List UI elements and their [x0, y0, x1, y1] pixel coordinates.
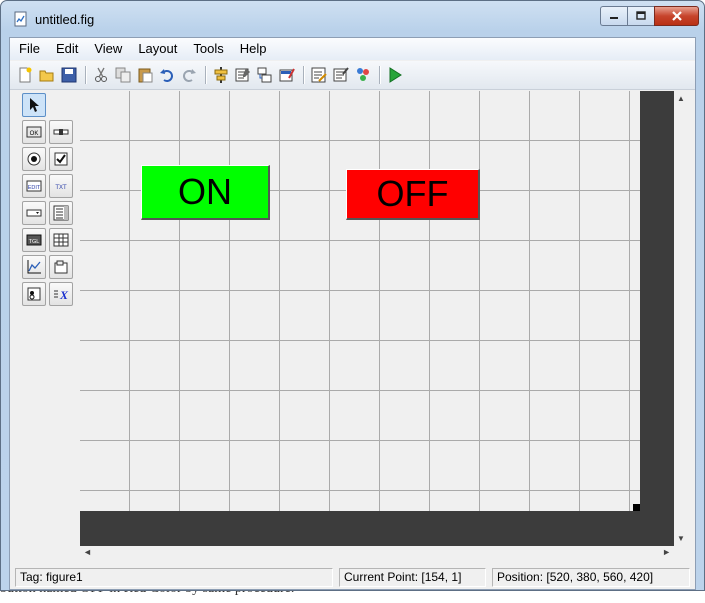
scroll-down-icon[interactable]: ▼: [677, 534, 685, 543]
component-palette: OK EDIT TXT TGL X: [22, 93, 76, 315]
toggle-button-tool[interactable]: TGL: [22, 228, 46, 252]
slider-icon: [53, 129, 69, 135]
vertical-scrollbar[interactable]: ▲ ▼: [674, 91, 688, 546]
status-tag: Tag: figure1: [15, 568, 333, 587]
minimize-button[interactable]: [600, 6, 627, 26]
menu-tools[interactable]: Tools: [186, 38, 230, 60]
static-text-tool[interactable]: TXT: [49, 174, 73, 198]
table-tool[interactable]: [49, 228, 73, 252]
panel-tool[interactable]: [49, 255, 73, 279]
layout-area-bottom-margin: [80, 511, 674, 546]
layout-area-right-margin: [640, 91, 674, 546]
new-file-icon[interactable]: [16, 66, 34, 84]
horizontal-scrollbar[interactable]: ◄ ►: [80, 546, 674, 560]
tab-order-editor-icon[interactable]: [256, 66, 274, 84]
menu-editor-icon[interactable]: [234, 66, 252, 84]
toggle-button-icon: TGL: [26, 234, 42, 246]
menu-edit[interactable]: Edit: [49, 38, 85, 60]
edit-text-icon-label: EDIT: [28, 185, 41, 191]
scroll-right-icon[interactable]: ►: [662, 547, 671, 557]
popup-menu-tool[interactable]: [22, 201, 46, 225]
listbox-icon: [53, 205, 69, 221]
listbox-tool[interactable]: [49, 201, 73, 225]
copy-icon[interactable]: [114, 66, 132, 84]
align-objects-icon[interactable]: [212, 66, 230, 84]
window-client-area: File Edit View Layout Tools Help OK EDIT…: [9, 37, 696, 590]
close-button[interactable]: [654, 6, 699, 26]
static-text-icon-label: TXT: [55, 185, 67, 191]
popup-menu-icon: [26, 209, 42, 217]
figure-canvas[interactable]: ON OFF: [80, 91, 640, 511]
toolbar-editor-icon[interactable]: [278, 66, 296, 84]
cut-icon[interactable]: [92, 66, 110, 84]
figure-file-icon: [13, 11, 29, 27]
menu-help[interactable]: Help: [233, 38, 274, 60]
activex-icon-label: X: [59, 288, 69, 302]
axes-icon: [27, 260, 41, 274]
property-inspector-icon[interactable]: [332, 66, 350, 84]
maximize-icon: [636, 11, 646, 20]
menu-file[interactable]: File: [12, 38, 47, 60]
static-text-icon: TXT: [55, 185, 67, 191]
paste-icon[interactable]: [136, 66, 154, 84]
table-icon: [53, 233, 69, 247]
on-button[interactable]: ON: [141, 165, 270, 220]
axes-tool[interactable]: [22, 255, 46, 279]
edit-text-tool[interactable]: EDIT: [22, 174, 46, 198]
push-button-tool[interactable]: OK: [22, 120, 46, 144]
activex-icon: X: [54, 288, 69, 302]
run-figure-icon[interactable]: [386, 66, 404, 84]
scroll-left-icon[interactable]: ◄: [83, 547, 92, 557]
open-folder-icon[interactable]: [38, 66, 56, 84]
menu-layout[interactable]: Layout: [131, 38, 184, 60]
menu-bar: File Edit View Layout Tools Help: [10, 38, 695, 60]
redo-icon[interactable]: [180, 66, 198, 84]
button-group-tool[interactable]: [22, 282, 46, 306]
button-group-icon: [27, 287, 41, 301]
toggle-button-icon-label: TGL: [29, 239, 40, 245]
m-file-editor-icon[interactable]: [310, 66, 328, 84]
scroll-up-icon[interactable]: ▲: [677, 94, 685, 103]
title-bar[interactable]: untitled.fig: [1, 1, 704, 37]
layout-editor-area: ON OFF ▲ ▼: [80, 91, 688, 546]
object-browser-icon[interactable]: [354, 66, 372, 84]
toolbar: [10, 61, 695, 90]
panel-icon: [54, 260, 68, 274]
select-tool[interactable]: [22, 93, 46, 117]
save-icon[interactable]: [60, 66, 78, 84]
status-bar: Tag: figure1 Current Point: [154, 1] Pos…: [10, 566, 695, 589]
status-position: Position: [520, 380, 560, 420]: [492, 568, 690, 587]
undo-icon[interactable]: [158, 66, 176, 84]
arrow-cursor-icon: [30, 98, 39, 112]
off-button[interactable]: OFF: [346, 169, 480, 220]
push-button-icon-label: OK: [30, 131, 39, 137]
activex-control-tool[interactable]: X: [49, 282, 73, 306]
minimize-icon: [610, 17, 618, 19]
checkbox-tool[interactable]: [49, 147, 73, 171]
window-title: untitled.fig: [35, 12, 95, 27]
status-current-point: Current Point: [154, 1]: [339, 568, 486, 587]
slider-tool[interactable]: [49, 120, 73, 144]
checkbox-icon: [54, 152, 68, 166]
maximize-button[interactable]: [627, 6, 654, 26]
edit-text-icon: EDIT: [26, 180, 42, 192]
push-button-icon: OK: [26, 126, 42, 138]
radio-button-tool[interactable]: [22, 147, 46, 171]
figure-resize-handle[interactable]: [633, 504, 640, 511]
guide-window: untitled.fig File Edit View Layout Tools…: [0, 0, 705, 591]
close-icon: [671, 11, 682, 21]
radio-button-icon: [27, 152, 41, 166]
menu-view[interactable]: View: [87, 38, 129, 60]
